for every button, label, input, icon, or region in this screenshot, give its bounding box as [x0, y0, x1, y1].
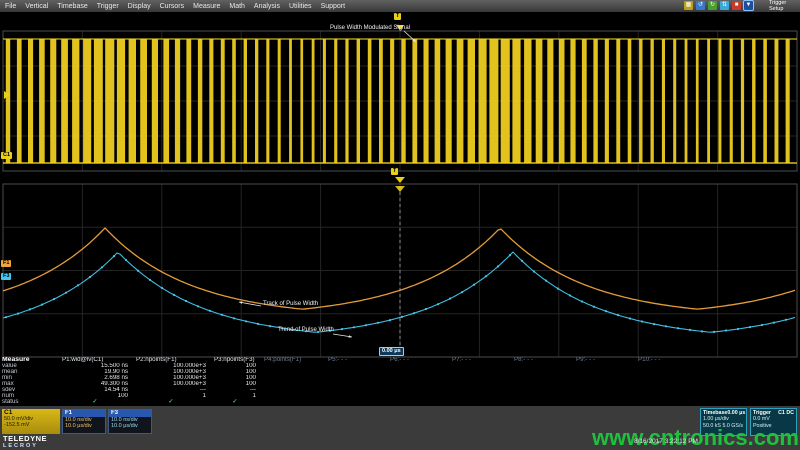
f3-ground-marker[interactable]: F3 — [1, 273, 11, 280]
auto-setup-icon[interactable]: ⇅ — [720, 1, 729, 10]
function-f1-descriptor[interactable]: F1 10.0 ns/div 10.0 μs/div — [62, 409, 106, 434]
measure-value — [452, 399, 514, 405]
measure-value — [328, 399, 390, 405]
trigger-setup-button[interactable]: Trigger Setup — [769, 1, 797, 12]
touch-screen-icon[interactable]: ▦ — [684, 1, 693, 10]
measure-value — [514, 399, 576, 405]
measure-value — [390, 399, 452, 405]
logo-line2: LECROY — [3, 443, 47, 449]
toolbar-icons: ▦↺↻⇅■▼ — [684, 1, 753, 10]
oscilloscope-app: File Vertical Timebase Trigger Display Cursor… — [0, 0, 800, 450]
teledyne-lecroy-logo: TELEDYNE LECROY — [3, 434, 47, 450]
function-f3-descriptor[interactable]: F3 10.0 ns/div 10.0 μs/div — [108, 409, 152, 434]
f1-label: F1 — [63, 410, 105, 417]
menu-item-utilities[interactable]: Utilities — [289, 3, 312, 10]
menu-item-analysis[interactable]: Analysis — [254, 3, 280, 10]
menu-item-cursors[interactable]: Cursors — [160, 3, 185, 10]
clear-sweeps-icon[interactable]: ↻ — [708, 1, 717, 10]
measure-value — [638, 399, 700, 405]
trigger-source: C1 DC — [778, 410, 794, 416]
channel-c1-descriptor[interactable]: C1 50.0 mV/div -152.5 mV — [2, 409, 60, 434]
measure-value — [264, 399, 328, 405]
c1-offset: -152.5 mV — [4, 422, 58, 428]
measure-value: ✓ — [214, 399, 264, 405]
trigger-delay-marker[interactable]: T — [391, 168, 398, 175]
clock-readout: 8/16/2017 3:22:12 PM — [634, 438, 698, 445]
annotation-trend: Trend of Pulse Width — [278, 327, 334, 333]
cursor-readout[interactable]: 0.00 μs — [379, 347, 404, 356]
f1-ground-marker[interactable]: F1 — [1, 260, 11, 267]
f3-label: F3 — [109, 410, 151, 417]
menu-item-math[interactable]: Math — [229, 3, 245, 10]
menu-bar: File Vertical Timebase Trigger Display Cursor… — [0, 0, 800, 12]
menu-item-measure[interactable]: Measure — [193, 3, 220, 10]
menu-item-trigger[interactable]: Trigger — [97, 3, 119, 10]
measure-value — [576, 399, 638, 405]
trigger-mode-icon[interactable]: ▼ — [744, 1, 753, 10]
measure-value: ✓ — [62, 399, 136, 405]
measure-row-label: status — [2, 399, 62, 405]
undo-icon[interactable]: ↺ — [696, 1, 705, 10]
menu-item-file[interactable]: File — [5, 3, 16, 10]
menu-item-timebase[interactable]: Timebase — [57, 3, 87, 10]
timebase-delay: 0.00 μs — [727, 410, 745, 416]
menu-item-vertical[interactable]: Vertical — [25, 3, 48, 10]
annotation-track: Track of Pulse Width — [263, 301, 318, 307]
stop-icon[interactable]: ■ — [732, 1, 741, 10]
annotation-pwm-signal: Pulse Width Modulated Signal — [330, 25, 410, 31]
menu-item-display[interactable]: Display — [128, 3, 151, 10]
menu-item-support[interactable]: Support — [321, 3, 346, 10]
c1-ground-marker[interactable]: C1 — [1, 152, 12, 159]
measure-value: ✓ — [136, 399, 214, 405]
logo-line1: TELEDYNE — [3, 434, 47, 443]
f3-hscale: 10.0 μs/div — [109, 423, 151, 429]
measure-table: MeasureP1:wid@lv(C1)P2:npoints(F1)P3:npo… — [2, 357, 700, 405]
f1-hscale: 10.0 μs/div — [63, 423, 105, 429]
trigger-position-marker[interactable]: T — [394, 13, 401, 20]
